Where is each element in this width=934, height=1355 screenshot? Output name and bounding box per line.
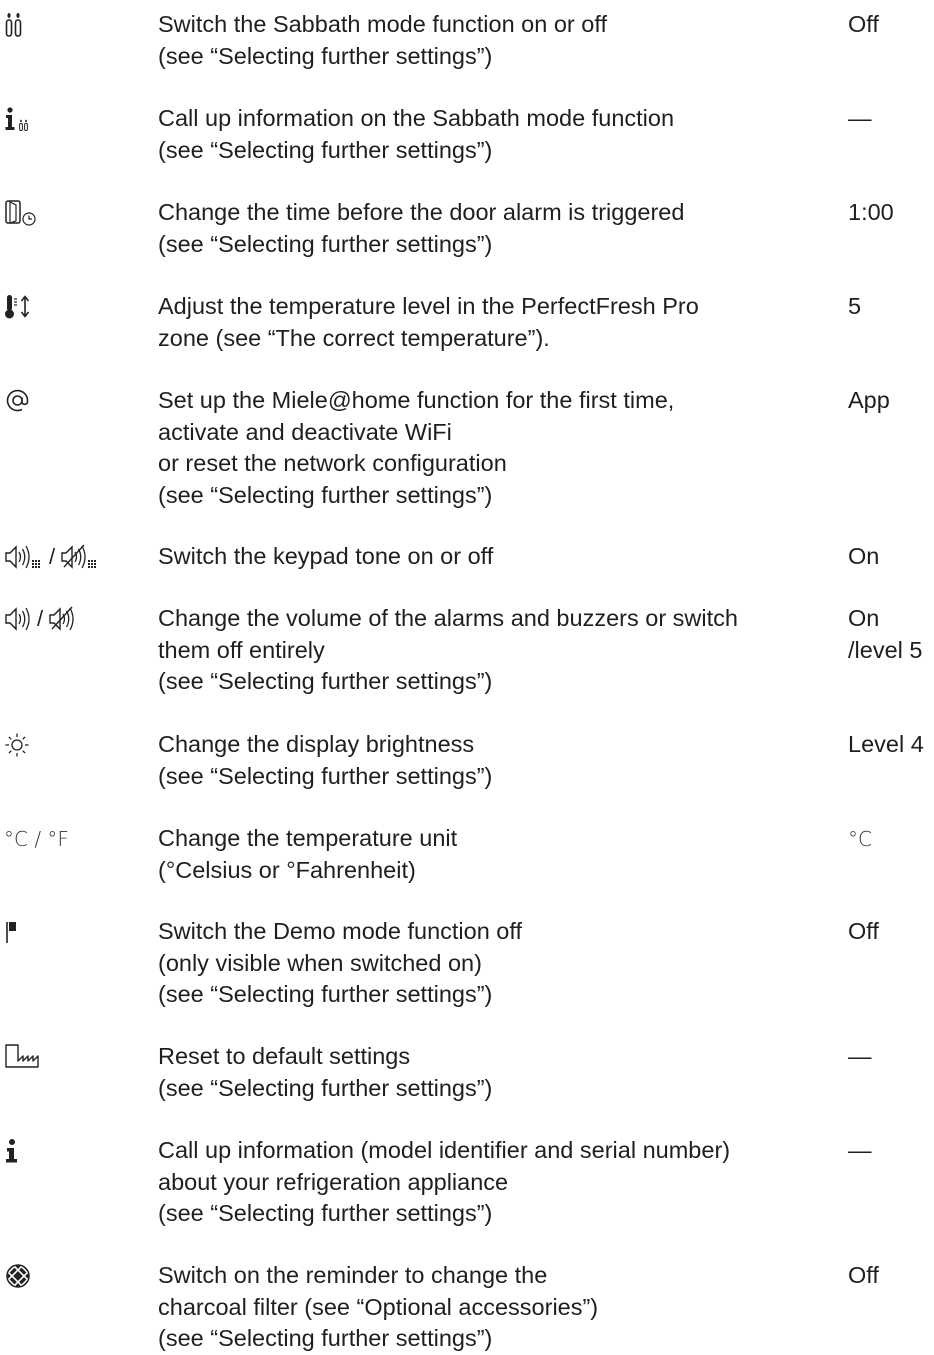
setting-default-value: On /level 5 xyxy=(848,605,923,663)
setting-default-value: Level 4 xyxy=(848,731,924,757)
setting-default-value: Off xyxy=(848,1262,879,1288)
volume-off-icon xyxy=(48,605,76,633)
setting-description: Switch the keypad tone on or off xyxy=(158,543,494,569)
at-sign-icon xyxy=(4,385,32,417)
setting-description: Switch the Demo mode function off (only … xyxy=(158,918,523,1007)
setting-description: Switch on the reminder to change the cha… xyxy=(158,1262,599,1351)
setting-description: Call up information (model identifier an… xyxy=(158,1137,731,1226)
door-alarm-timer-icon xyxy=(4,197,38,229)
temperature-unit-icon: °C / °F xyxy=(4,827,69,851)
setting-default-value: — xyxy=(848,1043,872,1069)
setting-default-value: — xyxy=(848,1137,872,1163)
setting-description: Switch the Sabbath mode function on or o… xyxy=(158,11,607,69)
setting-description: Adjust the temperature level in the Perf… xyxy=(158,293,699,351)
symbol-separator: / xyxy=(49,544,56,569)
setting-description: Call up information on the Sabbath mode … xyxy=(158,105,675,163)
sabbath-icon xyxy=(4,9,24,41)
setting-description: Change the display brightness (see “Sele… xyxy=(158,731,493,789)
factory-reset-icon xyxy=(4,1041,40,1073)
setting-description: Reset to default settings (see “Selectin… xyxy=(158,1043,493,1101)
brightness-icon xyxy=(4,729,30,761)
keypad-tone-off-icon xyxy=(60,543,100,571)
setting-default-value: — xyxy=(848,105,872,131)
setting-default-value: °C xyxy=(848,827,872,851)
setting-description: Change the volume of the alarms and buzz… xyxy=(158,605,738,694)
setting-default-value: 5 xyxy=(848,293,862,319)
symbol-separator: / xyxy=(37,606,44,631)
setting-default-value: Off xyxy=(848,918,879,944)
info-icon xyxy=(4,1135,20,1167)
charcoal-filter-icon xyxy=(4,1260,32,1292)
setting-description: Change the temperature unit (°Celsius or… xyxy=(158,825,458,883)
setting-description: Set up the Miele@home function for the f… xyxy=(158,387,675,508)
volume-icon xyxy=(4,605,32,633)
temperature-level-icon xyxy=(4,291,32,323)
demo-flag-icon xyxy=(4,916,24,948)
setting-default-value: App xyxy=(848,387,890,413)
setting-default-value: On xyxy=(848,543,880,569)
keypad-tone-icon xyxy=(4,543,44,571)
setting-default-value: 1:00 xyxy=(848,199,894,225)
setting-default-value: Off xyxy=(848,11,879,37)
sabbath-info-icon xyxy=(4,103,36,135)
setting-description: Change the time before the door alarm is… xyxy=(158,199,685,257)
